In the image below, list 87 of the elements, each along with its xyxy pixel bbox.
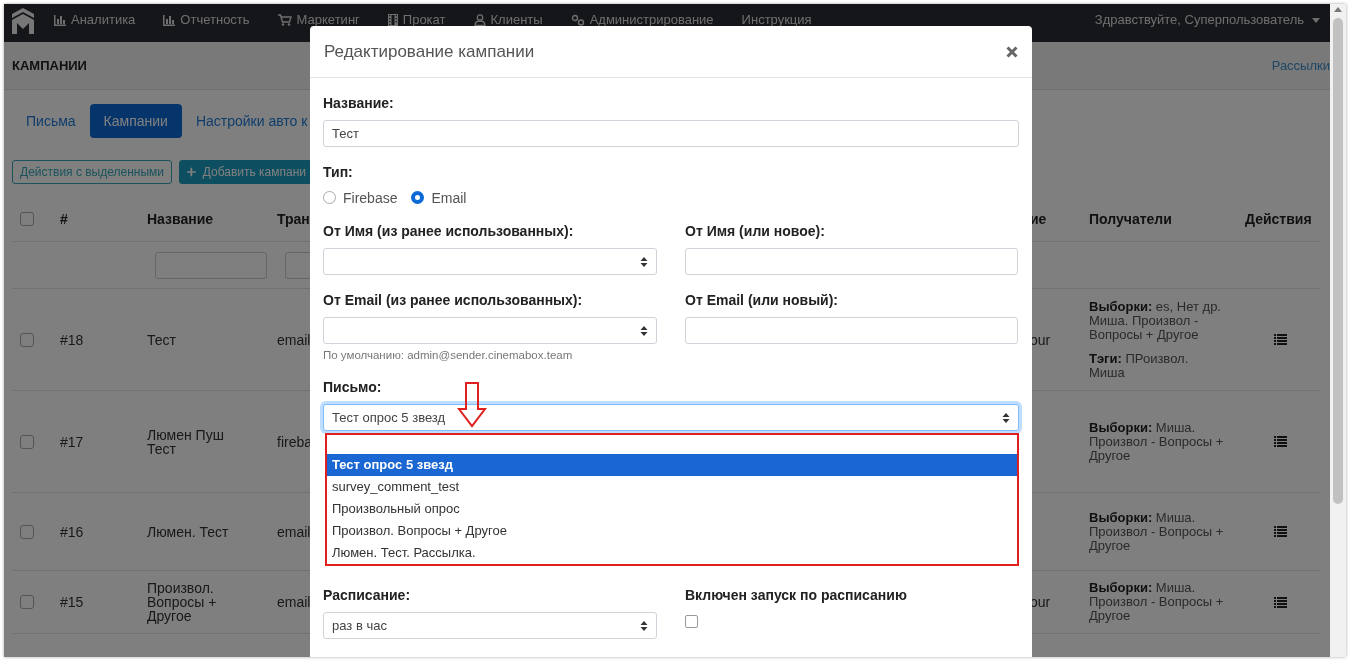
table-cell: #15 (60, 594, 84, 610)
field-label: От Email (из ранее использованных): (323, 292, 584, 309)
person-icon (473, 14, 486, 26)
recipients-text: Выборки: es, Нет др. Миша. Произвол - Вопросы + Другое (1089, 299, 1222, 342)
field-label: Письмо: (323, 379, 383, 396)
sender-email-select[interactable] (323, 317, 657, 344)
dropdown-option[interactable]: Люмен. Тест. Рассылка. (327, 542, 1017, 564)
table-cell-text: Тест (147, 332, 177, 347)
field-label: Включен запуск по расписанию (685, 587, 908, 604)
filter-field[interactable] (155, 251, 267, 279)
field-label: Расписание: (323, 587, 412, 604)
field-label: От Email (или новый): (685, 292, 840, 309)
table-cell: email (277, 594, 311, 610)
row-checkbox[interactable] (20, 332, 34, 347)
bar-chart-icon (163, 14, 176, 26)
table-cell: #16 (60, 523, 84, 540)
sender-name-select[interactable] (323, 248, 657, 275)
select-all-checkbox[interactable] (20, 211, 34, 226)
nav-link[interactable]: Аналитика (54, 13, 136, 27)
user-menu[interactable]: Здравствуйте, Суперпользователь (1094, 13, 1320, 27)
sender-name-field[interactable] (685, 248, 1018, 275)
scrollbar-thumb[interactable] (1333, 18, 1343, 504)
help-text: По умолчанию: admin@sender.cinemabox.team (323, 349, 574, 362)
select-arrows-icon (640, 619, 648, 632)
row-checkbox[interactable] (20, 524, 34, 539)
radio-option[interactable]: Email (411, 189, 467, 206)
dropdown-option[interactable]: Произвольный опрос (327, 498, 1017, 520)
table-cell-text: Люмен Пуш Тест (147, 427, 225, 456)
table-cell-text: Произвол. Вопросы + Другое (147, 581, 218, 623)
scroll-up-icon (1334, 7, 1342, 12)
nav-link[interactable]: Клиенты (473, 13, 543, 27)
recipients-text: Выборки: Миша. Произвол - Вопросы + Другое (1089, 420, 1225, 463)
mailings-link[interactable]: Рассылки (1271, 58, 1330, 73)
tab[interactable]: Письма (12, 104, 90, 138)
bar-chart-icon (54, 14, 66, 26)
tab[interactable]: Кампании (89, 104, 182, 138)
column-header: Тран (277, 210, 310, 227)
arrow-annotation (457, 382, 487, 428)
list-icon (1274, 596, 1287, 608)
field-label: От Имя (или новое): (685, 223, 826, 240)
page-title: КАМПАНИИ (12, 58, 87, 73)
bulk-actions-button[interactable]: Действия с выделенными (12, 160, 173, 184)
dropdown-option[interactable]: Произвол. Вопросы + Другое (327, 520, 1017, 542)
row-checkbox[interactable] (20, 595, 34, 609)
column-header: Получатели (1089, 210, 1172, 227)
recipients-text: Выборки: Миша. Произвол - Вопросы + Другое (1089, 510, 1225, 553)
list-icon (1274, 436, 1287, 447)
nav-link[interactable]: Прокат (387, 13, 446, 27)
gears-icon (570, 14, 585, 26)
sender-email-field[interactable] (685, 317, 1018, 344)
nav-link[interactable]: Инструкция (741, 13, 812, 27)
list-icon (1274, 334, 1287, 345)
table-cell: #18 (60, 331, 84, 348)
column-header: Название (147, 210, 214, 227)
nav-link[interactable]: Администрирование (570, 13, 714, 27)
checkbox[interactable] (685, 615, 698, 628)
radio-option[interactable]: Firebase (323, 189, 398, 206)
schedule-select[interactable]: раз в час (323, 612, 657, 639)
row-checkbox[interactable] (20, 434, 34, 449)
field-label: Тип: (323, 164, 354, 181)
letter-select[interactable]: Тест опрос 5 звезд (323, 404, 1019, 431)
column-header: # (60, 210, 68, 227)
modal-title: Редактирование кампании (324, 41, 535, 62)
close-icon (1006, 45, 1018, 58)
caret-icon (1312, 17, 1320, 23)
recipients-text: Тэги: ПРоизвол. Миша (1089, 351, 1190, 380)
dropdown-option[interactable]: Тест опрос 5 звезд (327, 454, 1017, 476)
nav-link[interactable]: Маркетинг (277, 13, 360, 27)
dropdown-option[interactable]: survey_comment_test (327, 476, 1017, 498)
select-arrows-icon (640, 255, 648, 268)
table-cell-text: Люмен. Тест (147, 524, 230, 539)
nav-link[interactable]: Отчетность (163, 13, 250, 27)
field-label: Название: (323, 95, 395, 112)
column-header: Действия (1245, 210, 1312, 227)
name-field[interactable]: Тест (323, 120, 1019, 147)
table-cell: email (277, 523, 311, 540)
field-label: От Имя (из ранее использованных): (323, 223, 575, 240)
film-icon (387, 14, 398, 26)
list-icon (1274, 526, 1287, 537)
select-arrows-icon (640, 324, 648, 337)
logo-icon (12, 8, 34, 34)
cart-icon (277, 14, 292, 26)
table-cell: #17 (60, 433, 84, 450)
recipients-text: Выборки: Миша. Произвол - Вопросы + Другое (1089, 581, 1225, 623)
plus-icon (187, 167, 196, 177)
select-arrows-icon (1002, 411, 1010, 424)
table-cell: email (277, 331, 311, 348)
